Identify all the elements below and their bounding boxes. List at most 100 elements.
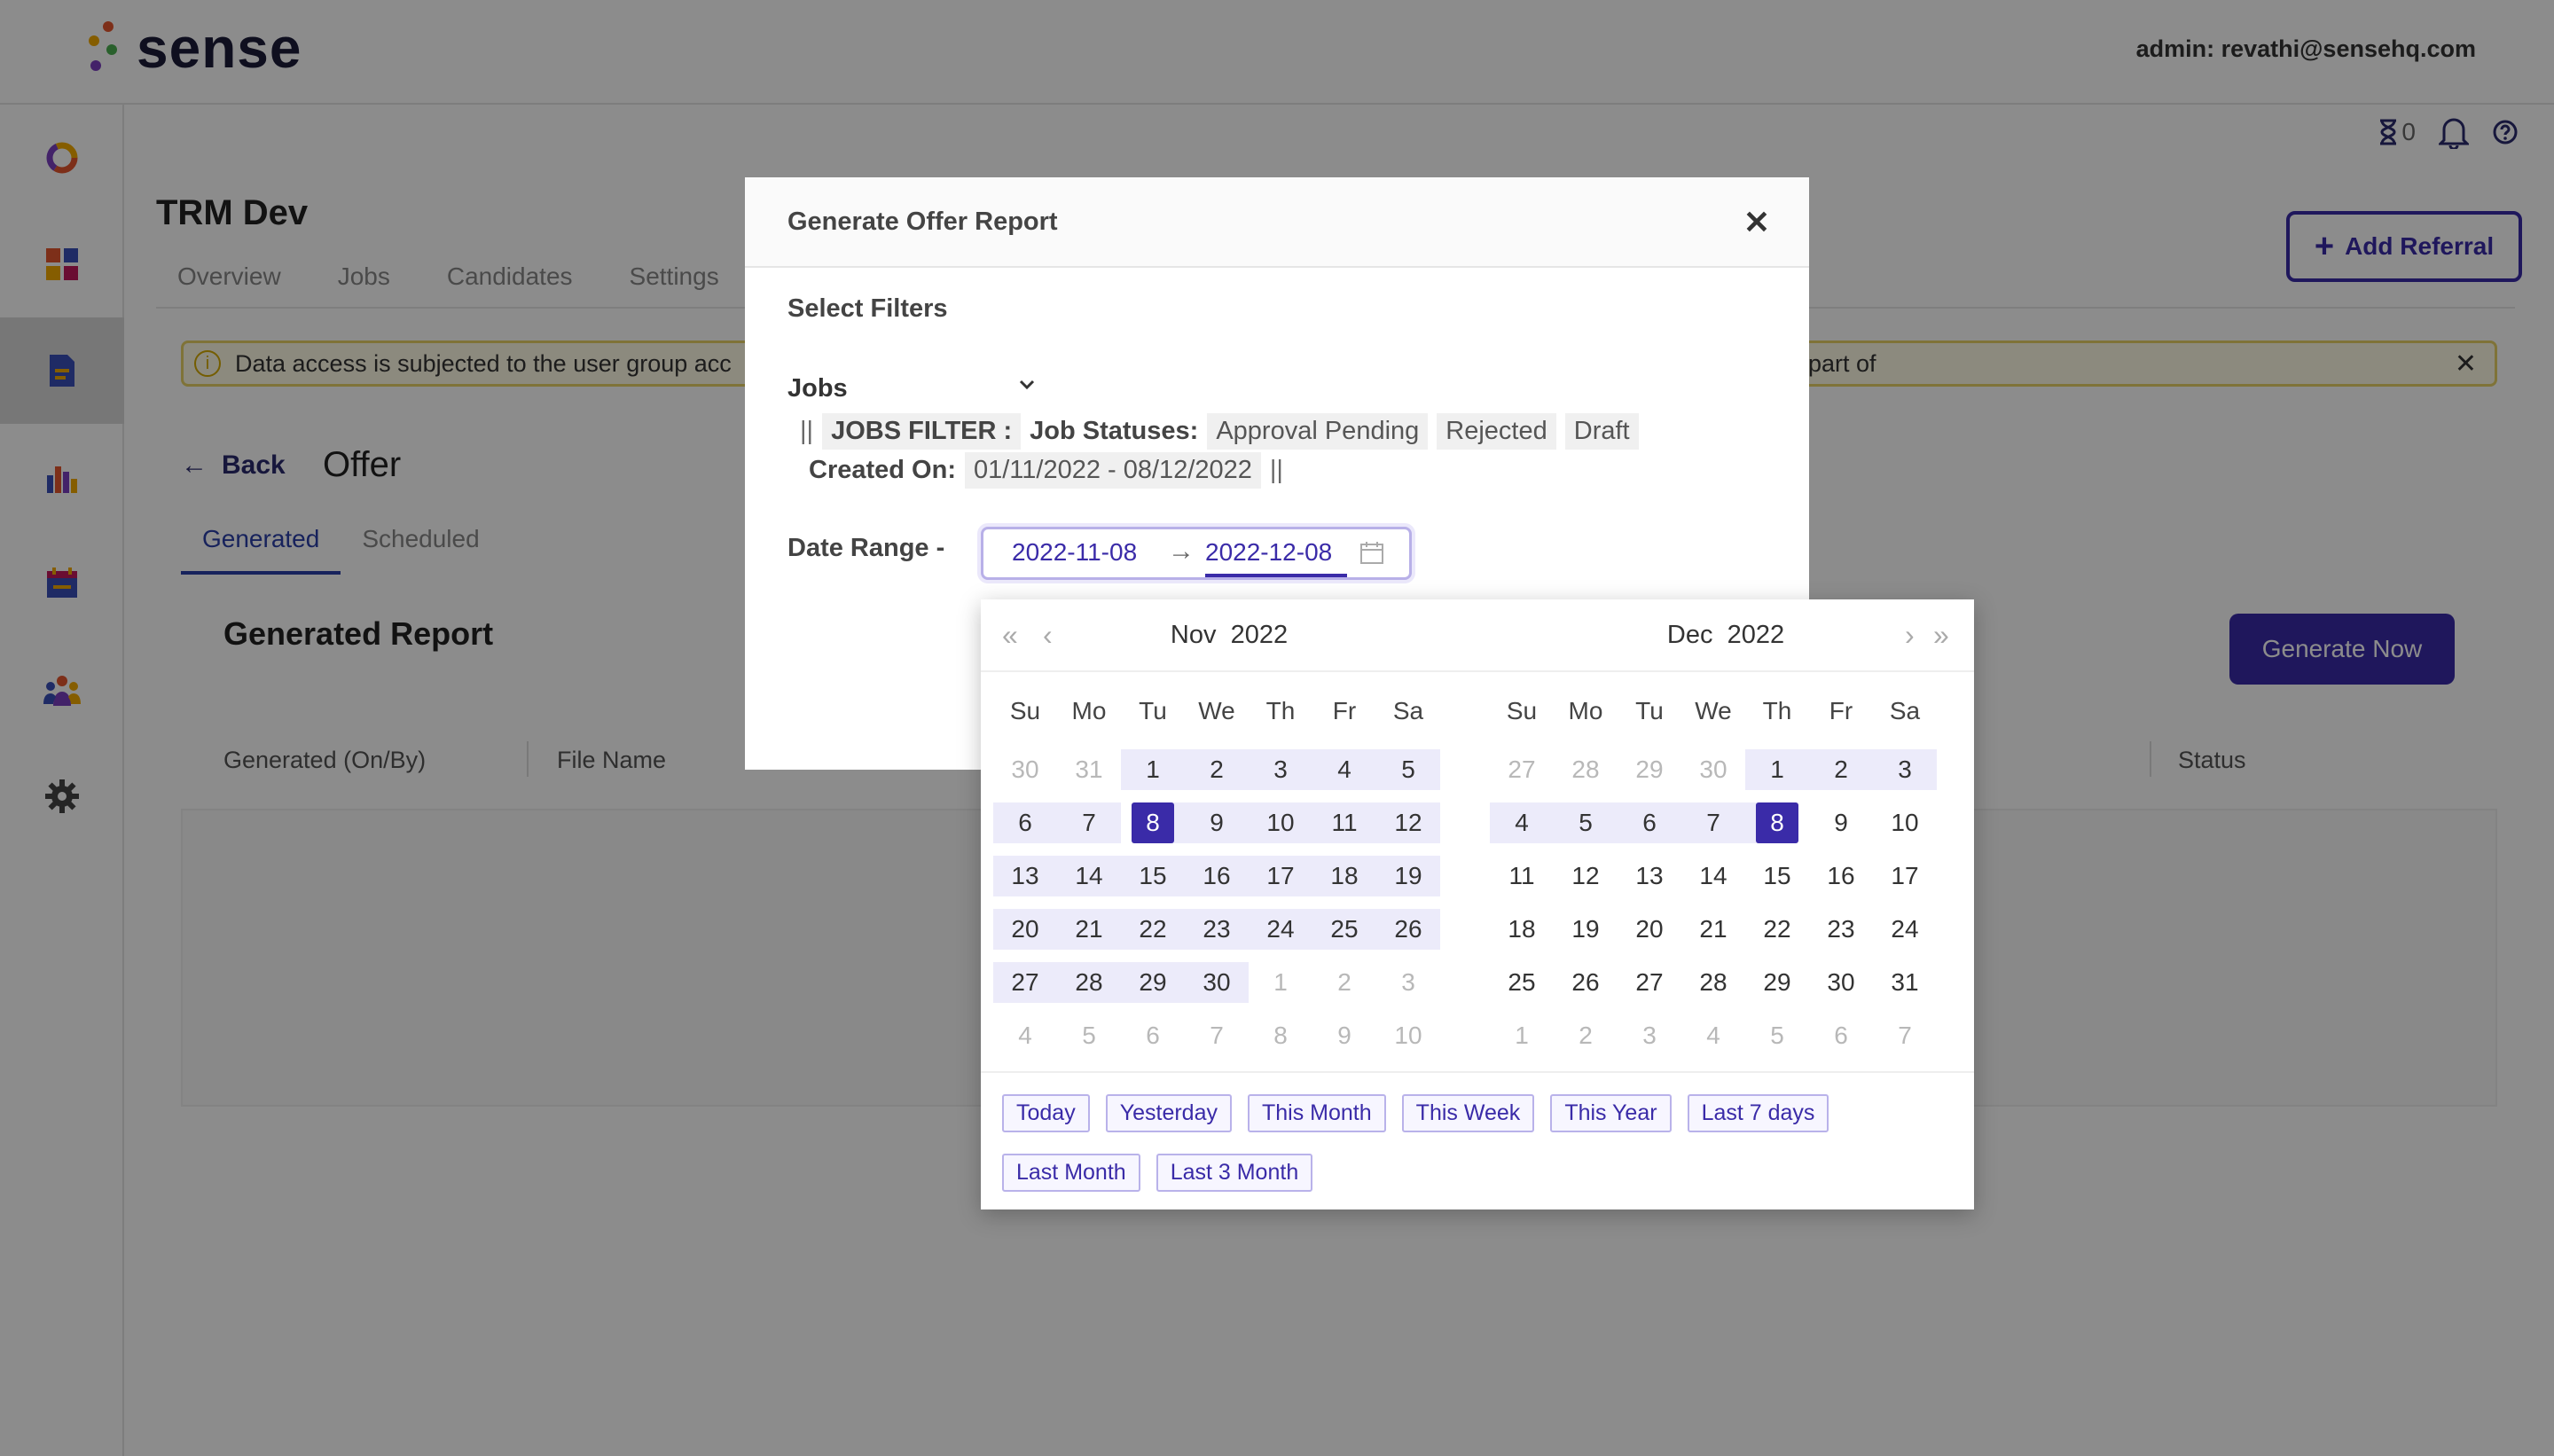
- day-cell[interactable]: 13: [1618, 849, 1681, 903]
- preset-range-button[interactable]: Today: [1002, 1094, 1090, 1132]
- day-cell[interactable]: 10: [1376, 1009, 1440, 1062]
- day-cell[interactable]: 30: [1809, 956, 1873, 1009]
- chevron-down-icon[interactable]: [1016, 374, 1038, 395]
- day-cell[interactable]: 9: [1809, 796, 1873, 849]
- day-cell[interactable]: 3: [1873, 743, 1937, 796]
- preset-range-button[interactable]: Last 3 Month: [1156, 1154, 1313, 1192]
- day-cell[interactable]: 27: [993, 956, 1057, 1009]
- year-select[interactable]: 2022: [1727, 621, 1785, 649]
- day-cell[interactable]: 25: [1490, 956, 1554, 1009]
- day-cell[interactable]: 14: [1681, 849, 1745, 903]
- day-cell[interactable]: 15: [1745, 849, 1809, 903]
- day-cell[interactable]: 26: [1554, 956, 1618, 1009]
- day-cell[interactable]: 1: [1121, 743, 1185, 796]
- day-cell[interactable]: 20: [1618, 903, 1681, 956]
- day-cell[interactable]: 21: [1681, 903, 1745, 956]
- day-cell[interactable]: 23: [1185, 903, 1249, 956]
- day-cell[interactable]: 6: [993, 796, 1057, 849]
- preset-range-button[interactable]: Yesterday: [1105, 1094, 1232, 1132]
- day-cell[interactable]: 16: [1185, 849, 1249, 903]
- day-cell[interactable]: 27: [1618, 956, 1681, 1009]
- day-cell[interactable]: 23: [1809, 903, 1873, 956]
- day-cell[interactable]: 22: [1121, 903, 1185, 956]
- preset-range-button[interactable]: Last 7 days: [1687, 1094, 1829, 1132]
- day-cell[interactable]: 12: [1554, 849, 1618, 903]
- day-cell[interactable]: 17: [1873, 849, 1937, 903]
- day-cell[interactable]: 30: [1185, 956, 1249, 1009]
- day-cell[interactable]: 30: [993, 743, 1057, 796]
- day-cell[interactable]: 18: [1312, 849, 1376, 903]
- day-cell[interactable]: 4: [1490, 796, 1554, 849]
- day-cell[interactable]: 31: [1057, 743, 1121, 796]
- day-cell[interactable]: 10: [1873, 796, 1937, 849]
- day-cell[interactable]: 28: [1554, 743, 1618, 796]
- day-cell[interactable]: 3: [1618, 1009, 1681, 1062]
- day-cell[interactable]: 21: [1057, 903, 1121, 956]
- day-cell[interactable]: 6: [1809, 1009, 1873, 1062]
- year-select[interactable]: 2022: [1231, 621, 1289, 649]
- day-cell[interactable]: 30: [1681, 743, 1745, 796]
- day-cell[interactable]: 10: [1249, 796, 1312, 849]
- day-cell[interactable]: 25: [1312, 903, 1376, 956]
- day-cell[interactable]: 5: [1554, 796, 1618, 849]
- day-cell[interactable]: 24: [1873, 903, 1937, 956]
- day-cell[interactable]: 1: [1490, 1009, 1554, 1062]
- preset-range-button[interactable]: This Month: [1248, 1094, 1386, 1132]
- day-cell[interactable]: 16: [1809, 849, 1873, 903]
- day-cell[interactable]: 24: [1249, 903, 1312, 956]
- day-cell[interactable]: 28: [1681, 956, 1745, 1009]
- day-cell[interactable]: 4: [1312, 743, 1376, 796]
- calendar-icon[interactable]: [1359, 540, 1384, 565]
- day-cell[interactable]: 4: [993, 1009, 1057, 1062]
- day-cell[interactable]: 26: [1376, 903, 1440, 956]
- month-select[interactable]: Dec: [1667, 621, 1713, 649]
- day-cell[interactable]: 12: [1376, 796, 1440, 849]
- day-cell[interactable]: 28: [1057, 956, 1121, 1009]
- day-cell[interactable]: 15: [1121, 849, 1185, 903]
- day-cell-selected[interactable]: 8: [1121, 796, 1185, 849]
- day-cell[interactable]: 29: [1618, 743, 1681, 796]
- day-cell[interactable]: 7: [1057, 796, 1121, 849]
- day-cell-selected[interactable]: 8: [1745, 796, 1809, 849]
- day-cell[interactable]: 2: [1809, 743, 1873, 796]
- date-range-input[interactable]: 2022-11-08 → 2022-12-08: [981, 527, 1412, 580]
- day-cell[interactable]: 7: [1873, 1009, 1937, 1062]
- day-cell[interactable]: 3: [1376, 956, 1440, 1009]
- day-cell[interactable]: 7: [1681, 796, 1745, 849]
- day-cell[interactable]: 20: [993, 903, 1057, 956]
- day-cell[interactable]: 8: [1249, 1009, 1312, 1062]
- day-cell[interactable]: 29: [1745, 956, 1809, 1009]
- day-cell[interactable]: 14: [1057, 849, 1121, 903]
- day-cell[interactable]: 31: [1873, 956, 1937, 1009]
- day-cell[interactable]: 13: [993, 849, 1057, 903]
- day-cell[interactable]: 11: [1312, 796, 1376, 849]
- end-date-input[interactable]: 2022-12-08: [1205, 538, 1332, 567]
- preset-range-button[interactable]: Last Month: [1002, 1154, 1140, 1192]
- day-cell[interactable]: 29: [1121, 956, 1185, 1009]
- day-cell[interactable]: 17: [1249, 849, 1312, 903]
- day-cell[interactable]: 5: [1376, 743, 1440, 796]
- month-select[interactable]: Nov: [1171, 621, 1217, 649]
- day-cell[interactable]: 9: [1185, 796, 1249, 849]
- day-cell[interactable]: 18: [1490, 903, 1554, 956]
- day-cell[interactable]: 19: [1554, 903, 1618, 956]
- day-cell[interactable]: 4: [1681, 1009, 1745, 1062]
- jobs-filter-label[interactable]: Jobs: [787, 374, 848, 403]
- day-cell[interactable]: 1: [1249, 956, 1312, 1009]
- day-cell[interactable]: 9: [1312, 1009, 1376, 1062]
- chevron-right-icon[interactable]: ›: [1905, 619, 1915, 652]
- preset-range-button[interactable]: This Week: [1401, 1094, 1535, 1132]
- day-cell[interactable]: 6: [1618, 796, 1681, 849]
- start-date-input[interactable]: 2022-11-08: [1012, 538, 1137, 567]
- day-cell[interactable]: 2: [1554, 1009, 1618, 1062]
- day-cell[interactable]: 6: [1121, 1009, 1185, 1062]
- close-icon[interactable]: ✕: [1743, 204, 1770, 241]
- day-cell[interactable]: 11: [1490, 849, 1554, 903]
- day-cell[interactable]: 5: [1057, 1009, 1121, 1062]
- day-cell[interactable]: 5: [1745, 1009, 1809, 1062]
- day-cell[interactable]: 27: [1490, 743, 1554, 796]
- double-chevron-right-icon[interactable]: »: [1933, 619, 1949, 652]
- day-cell[interactable]: 2: [1312, 956, 1376, 1009]
- day-cell[interactable]: 7: [1185, 1009, 1249, 1062]
- day-cell[interactable]: 19: [1376, 849, 1440, 903]
